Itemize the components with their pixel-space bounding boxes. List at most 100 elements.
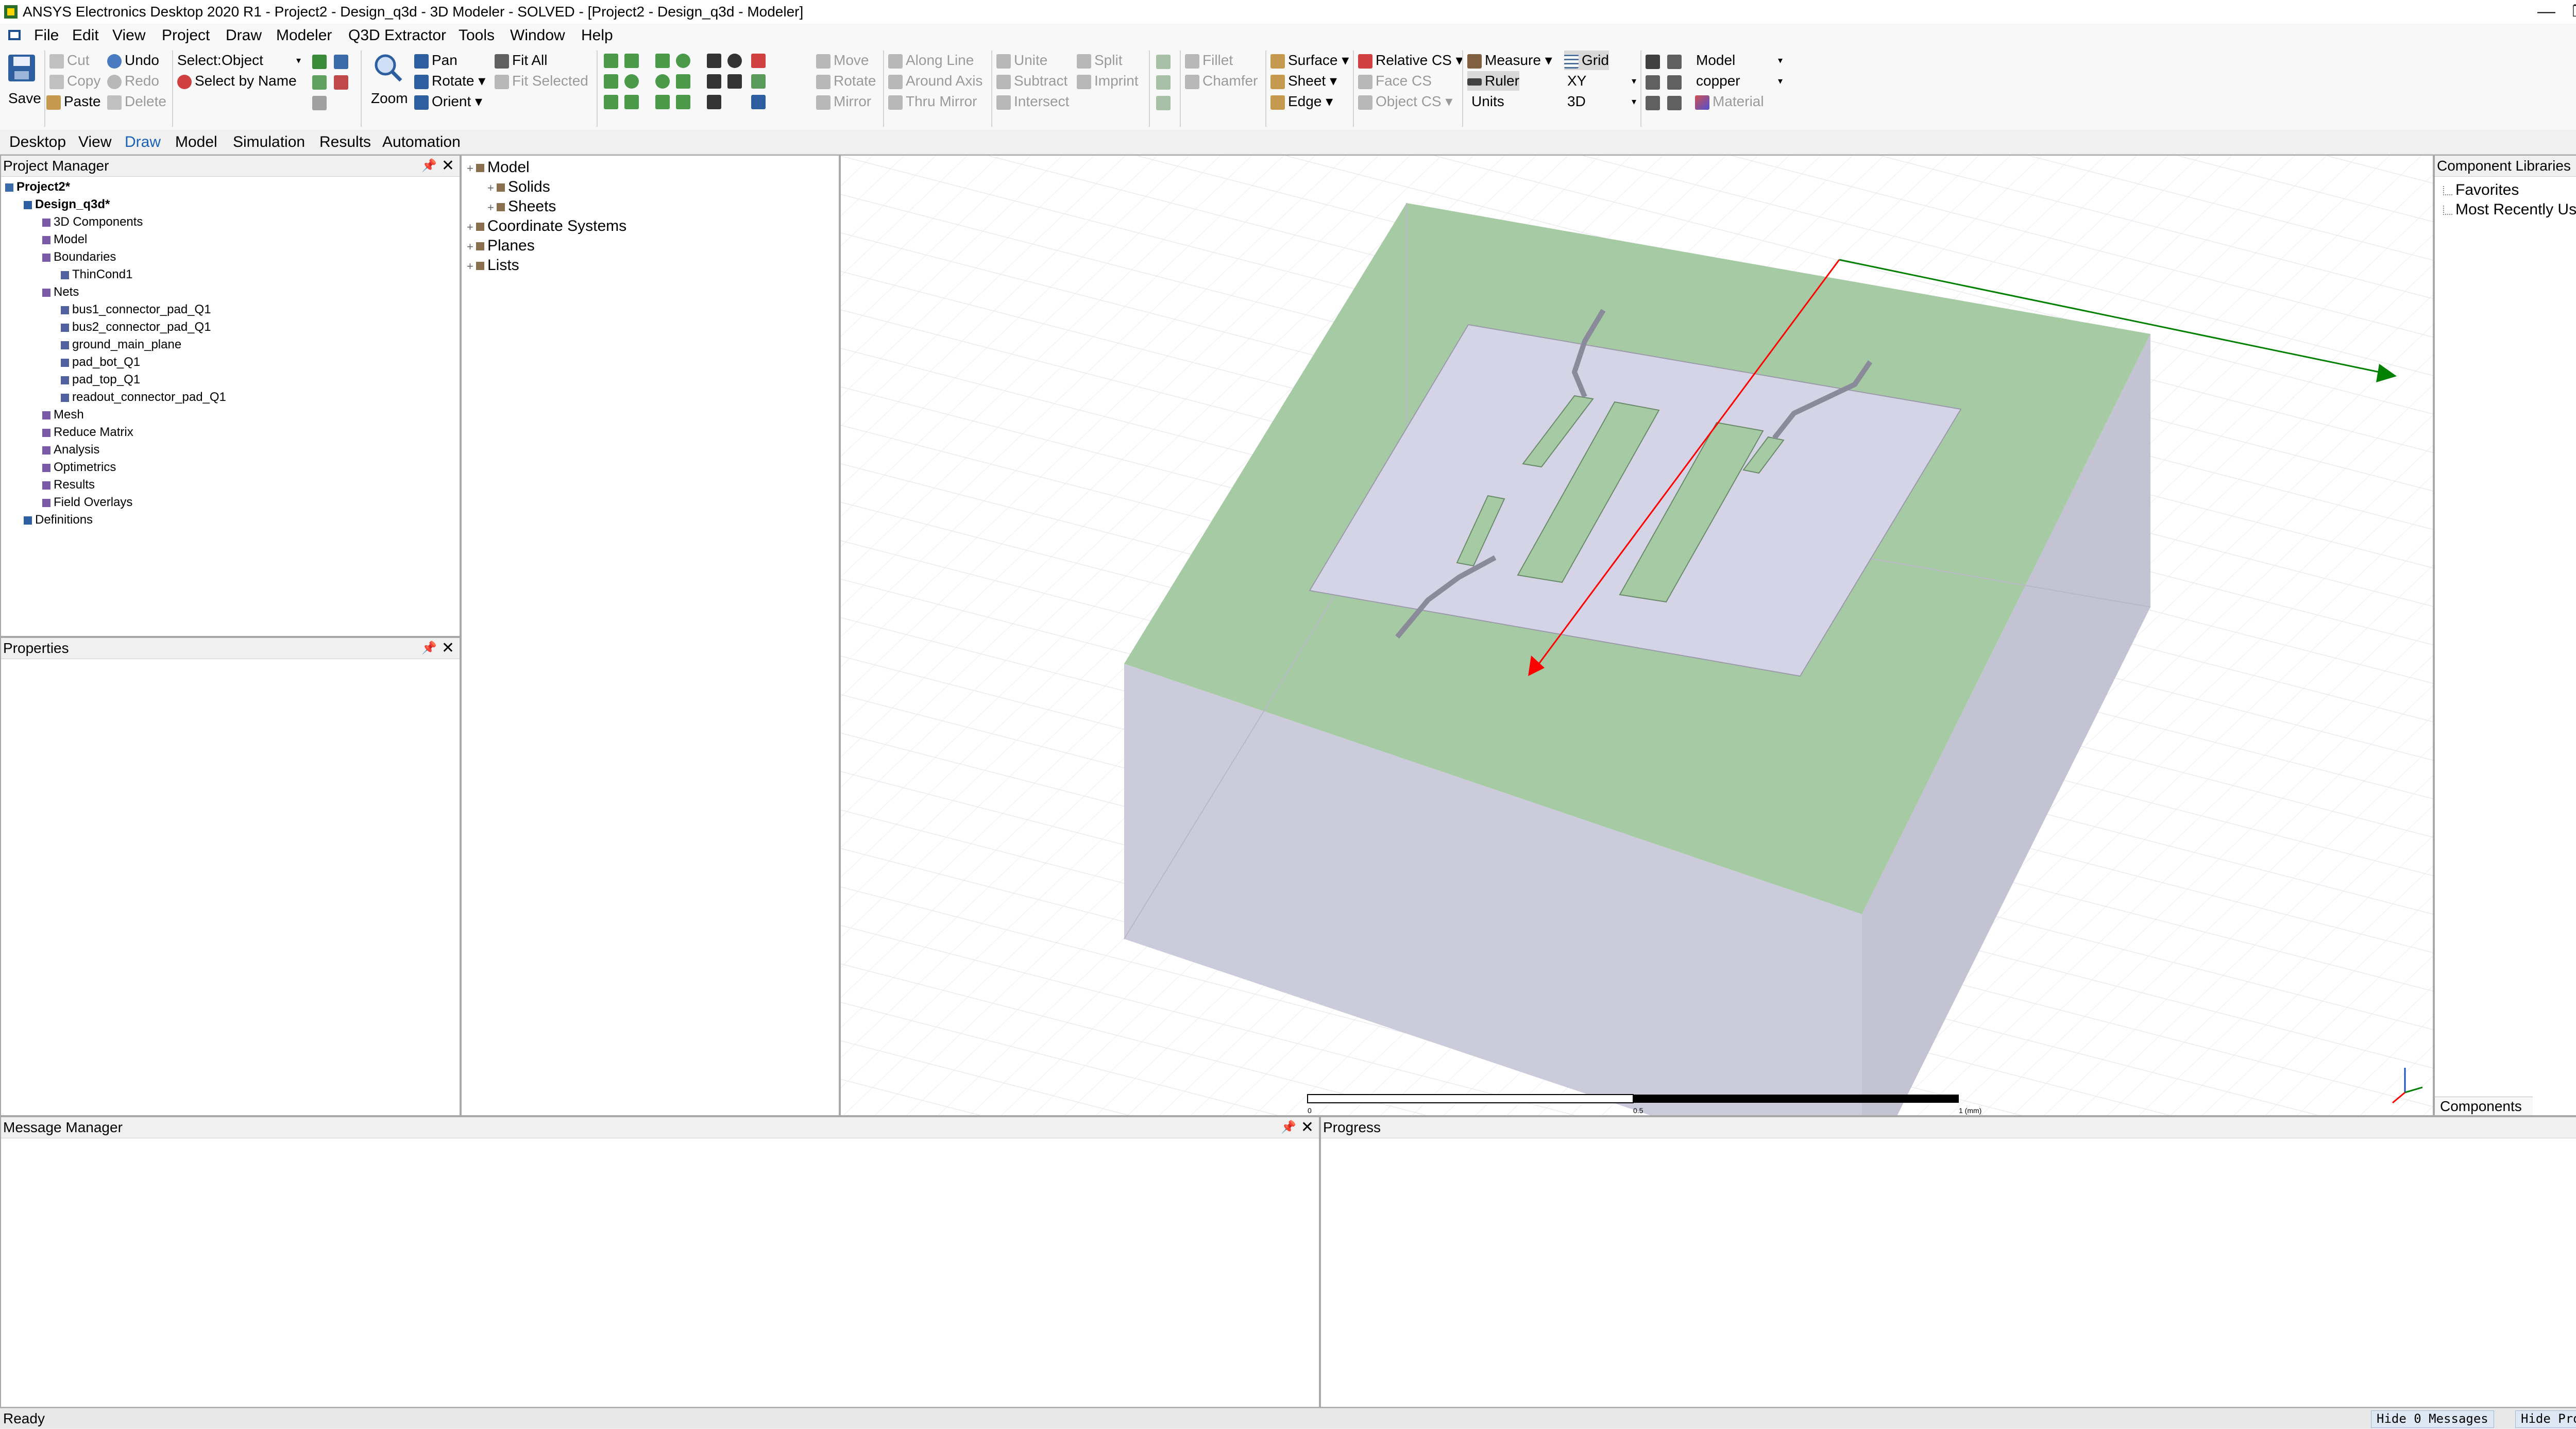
subtract-button[interactable]: Subtract (996, 71, 1067, 91)
menu-q3d-extractor[interactable]: Q3D Extractor (348, 24, 446, 47)
tree-item[interactable]: Model (42, 231, 87, 248)
tree-item[interactable]: Project2* (5, 178, 70, 196)
split-button[interactable]: Split (1077, 51, 1122, 70)
tree-item[interactable]: Mesh (42, 406, 84, 424)
view-mode-dropdown[interactable]: 3D ▾ (1564, 93, 1639, 111)
library-favorites[interactable]: Favorites (2443, 180, 2519, 200)
model-tree-item[interactable]: + Coordinate Systems (467, 216, 626, 237)
select-tool-icon[interactable] (312, 55, 327, 69)
menu-project[interactable]: Project (162, 24, 210, 47)
snap-quadrant-icon[interactable] (1667, 96, 1682, 110)
zoom-icon[interactable] (373, 53, 404, 83)
app-menu-icon[interactable] (7, 28, 22, 42)
tab-draw[interactable]: Draw (125, 130, 161, 155)
expand-icon[interactable]: + (467, 159, 476, 178)
polyline-icon[interactable] (727, 74, 742, 89)
select-tool-icon[interactable] (334, 75, 348, 90)
menu-modeler[interactable]: Modeler (276, 24, 332, 47)
tree-item[interactable]: pad_top_Q1 (61, 371, 140, 389)
fit-all-button[interactable]: Fit All (495, 51, 547, 70)
mirror-button[interactable]: Mirror (816, 92, 871, 111)
plane-dropdown[interactable]: XY ▾ (1564, 72, 1639, 91)
zoom-button[interactable]: Zoom (371, 89, 408, 108)
model-tree-item[interactable]: + Planes (467, 236, 535, 257)
tree-item[interactable]: Reduce Matrix (42, 424, 133, 441)
edge-button[interactable]: Edge ▾ (1270, 92, 1333, 111)
sphere-icon[interactable] (624, 74, 639, 89)
model-tree-item[interactable]: + Lists (467, 256, 519, 276)
pin-icon[interactable]: 📌 (421, 638, 437, 659)
spiral-icon[interactable] (676, 95, 690, 109)
tree-item[interactable]: bus2_connector_pad_Q1 (61, 318, 211, 336)
duplicate-icon[interactable] (751, 95, 766, 109)
menu-tools[interactable]: Tools (459, 24, 495, 47)
model-tree-item[interactable]: + Solids (487, 177, 550, 198)
sweep-icon[interactable] (1156, 55, 1171, 69)
save-button[interactable]: Save (8, 89, 41, 108)
pin-icon[interactable]: 📌 (1281, 1117, 1296, 1138)
tab-model[interactable]: Model (175, 130, 217, 155)
snap-center-icon[interactable] (1646, 96, 1660, 110)
thru-mirror-button[interactable]: Thru Mirror (888, 92, 977, 111)
cut-button[interactable]: Cut (49, 51, 90, 70)
tree-item[interactable]: Nets (42, 283, 79, 301)
select-tool-icon[interactable] (312, 75, 327, 90)
3d-scene[interactable]: 0 0.5 1 (mm) (841, 156, 2434, 1116)
along-line-button[interactable]: Along Line (888, 51, 974, 70)
ellipse-icon[interactable] (676, 54, 690, 68)
imprint-button[interactable]: Imprint (1077, 71, 1139, 91)
thicken-icon[interactable] (1156, 75, 1171, 90)
rotate-object-button[interactable]: Rotate (816, 71, 876, 91)
hide-messages-button[interactable]: Hide 0 Messages (2371, 1410, 2494, 1428)
copy-button[interactable]: Copy (49, 71, 100, 91)
wrap-icon[interactable] (1156, 96, 1171, 110)
snap-grid-icon[interactable] (1646, 55, 1660, 69)
face-cs-button[interactable]: Face CS (1358, 71, 1432, 91)
intersect-button[interactable]: Intersect (996, 92, 1069, 111)
line-icon[interactable] (707, 54, 721, 68)
tab-automation[interactable]: Automation (382, 130, 461, 155)
arc-icon[interactable] (727, 54, 742, 68)
orient-button[interactable]: Orient ▾ (414, 92, 482, 111)
create-region-icon[interactable] (751, 54, 766, 68)
restore-button[interactable]: ❐ (2564, 0, 2576, 24)
tree-item[interactable]: Optimetrics (42, 459, 116, 476)
select-tool-icon[interactable] (312, 96, 327, 110)
torus-icon[interactable] (624, 95, 639, 109)
tree-item[interactable]: 3D Components (42, 213, 143, 231)
tab-simulation[interactable]: Simulation (233, 130, 305, 155)
sheet-button[interactable]: Sheet ▾ (1270, 71, 1337, 91)
expand-icon[interactable]: + (467, 217, 476, 237)
redo-button[interactable]: Redo (107, 71, 159, 91)
menu-help[interactable]: Help (581, 24, 613, 47)
pin-icon[interactable]: 📌 (421, 156, 437, 176)
select-by-name-button[interactable]: Select by Name (177, 71, 297, 91)
close-icon[interactable]: ✕ (442, 638, 454, 659)
tree-item[interactable]: Analysis (42, 441, 99, 459)
menu-window[interactable]: Window (510, 24, 565, 47)
fillet-button[interactable]: Fillet (1185, 51, 1233, 70)
material-button[interactable]: Material (1695, 92, 1764, 111)
grid-button[interactable]: Grid (1564, 51, 1609, 70)
tree-item[interactable]: Design_q3d* (24, 196, 110, 213)
circle-icon[interactable] (655, 74, 670, 89)
around-axis-button[interactable]: Around Axis (888, 71, 982, 91)
box-icon[interactable] (604, 54, 618, 68)
menu-edit[interactable]: Edit (72, 24, 99, 47)
prism-icon[interactable] (604, 95, 618, 109)
modeler-viewport[interactable]: 0 0.5 1 (mm) (840, 155, 2434, 1116)
tree-item[interactable]: Field Overlays (42, 494, 132, 511)
cone-icon[interactable] (624, 54, 639, 68)
cylinder-icon[interactable] (604, 74, 618, 89)
tab-results[interactable]: Results (319, 130, 371, 155)
select-tool-icon[interactable] (334, 55, 348, 69)
minimize-button[interactable]: — (2530, 0, 2561, 24)
model-tree-item[interactable]: + Sheets (487, 197, 556, 217)
expand-icon[interactable]: + (487, 198, 497, 217)
menu-draw[interactable]: Draw (226, 24, 262, 47)
spline-icon[interactable] (707, 74, 721, 89)
point-icon[interactable] (707, 95, 721, 109)
polygon-icon[interactable] (676, 74, 690, 89)
fit-selected-button[interactable]: Fit Selected (495, 71, 588, 91)
snap-vertex-icon[interactable] (1667, 55, 1682, 69)
